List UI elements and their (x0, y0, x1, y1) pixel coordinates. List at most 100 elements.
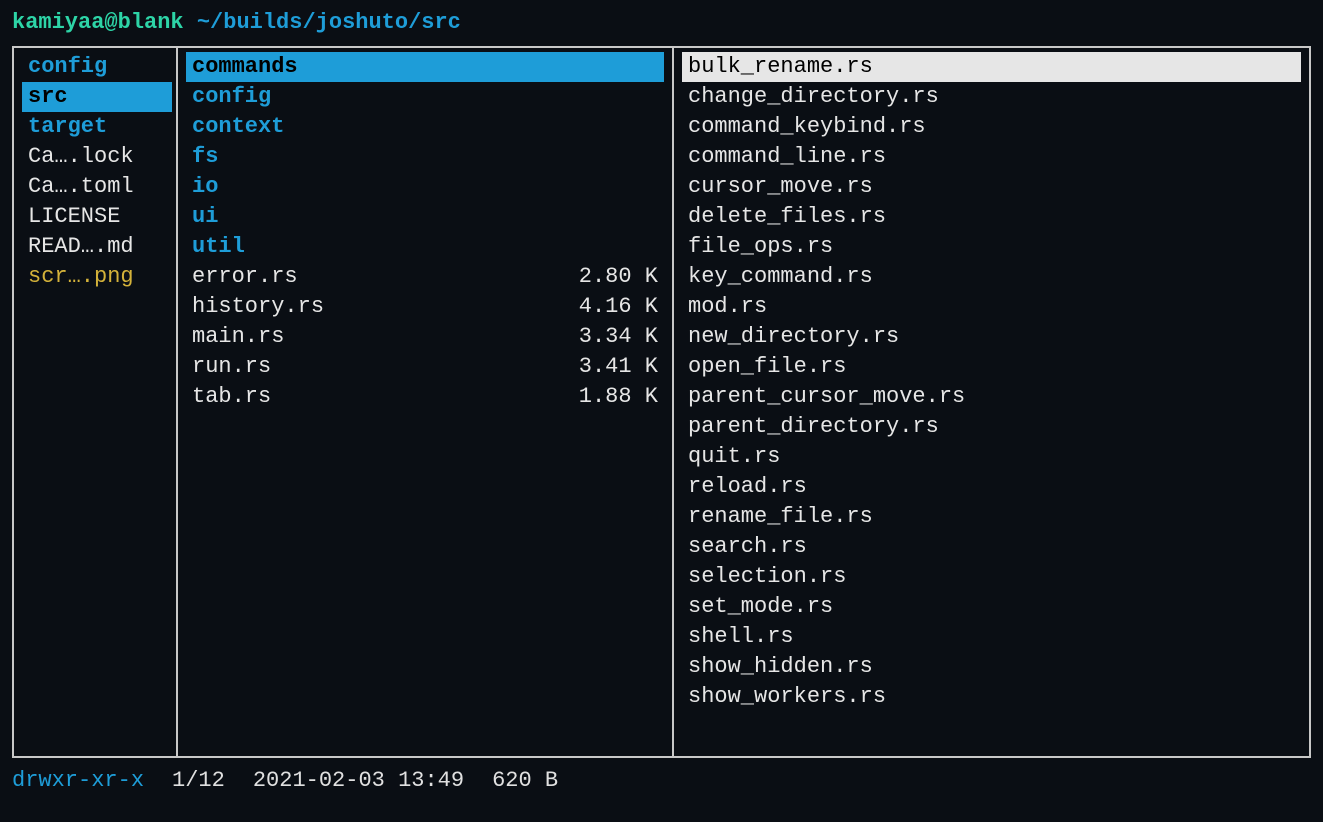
preview-item-name: new_directory.rs (688, 322, 1295, 352)
current-item[interactable]: main.rs3.34 K (186, 322, 664, 352)
preview-item[interactable]: bulk_rename.rs (682, 52, 1301, 82)
current-panel[interactable]: commandsconfigcontextfsiouiutilerror.rs2… (176, 48, 674, 756)
preview-item[interactable]: delete_files.rs (682, 202, 1301, 232)
current-item-name: run.rs (192, 352, 562, 382)
current-item[interactable]: error.rs2.80 K (186, 262, 664, 292)
preview-item[interactable]: show_workers.rs (682, 682, 1301, 712)
current-item-name: tab.rs (192, 382, 562, 412)
preview-item[interactable]: parent_directory.rs (682, 412, 1301, 442)
parent-item[interactable]: src (22, 82, 172, 112)
preview-item[interactable]: file_ops.rs (682, 232, 1301, 262)
preview-item[interactable]: change_directory.rs (682, 82, 1301, 112)
preview-item-name: quit.rs (688, 442, 1295, 472)
status-size: 620 B (492, 766, 558, 796)
current-item[interactable]: config (186, 82, 664, 112)
preview-item-name: search.rs (688, 532, 1295, 562)
preview-item-name: change_directory.rs (688, 82, 1295, 112)
preview-item[interactable]: selection.rs (682, 562, 1301, 592)
preview-item[interactable]: parent_cursor_move.rs (682, 382, 1301, 412)
preview-item-name: shell.rs (688, 622, 1295, 652)
current-item-name: fs (192, 142, 562, 172)
preview-item-name: parent_cursor_move.rs (688, 382, 1295, 412)
preview-item[interactable]: command_line.rs (682, 142, 1301, 172)
preview-item-name: rename_file.rs (688, 502, 1295, 532)
parent-panel[interactable]: configsrctargetCa….lockCa….tomlLICENSERE… (14, 48, 176, 756)
parent-item[interactable]: config (22, 52, 172, 82)
preview-item-name: cursor_move.rs (688, 172, 1295, 202)
current-item-size: 4.16 K (562, 292, 658, 322)
current-item[interactable]: util (186, 232, 664, 262)
preview-item-name: delete_files.rs (688, 202, 1295, 232)
parent-item-name: scr….png (28, 262, 166, 292)
preview-item[interactable]: quit.rs (682, 442, 1301, 472)
preview-item[interactable]: new_directory.rs (682, 322, 1301, 352)
preview-item-name: bulk_rename.rs (688, 52, 1295, 82)
current-item-name: io (192, 172, 562, 202)
current-item-name: error.rs (192, 262, 562, 292)
parent-item-name: LICENSE (28, 202, 166, 232)
preview-item[interactable]: key_command.rs (682, 262, 1301, 292)
current-item-name: ui (192, 202, 562, 232)
cwd: ~/builds/joshuto/src (197, 10, 461, 35)
preview-item[interactable]: search.rs (682, 532, 1301, 562)
current-item-name: config (192, 82, 562, 112)
current-item[interactable]: history.rs4.16 K (186, 292, 664, 322)
status-bar: drwxr-xr-x 1/12 2021-02-03 13:49 620 B (12, 766, 1311, 796)
current-item-name: history.rs (192, 292, 562, 322)
preview-item-name: key_command.rs (688, 262, 1295, 292)
preview-item-name: selection.rs (688, 562, 1295, 592)
parent-item-name: Ca….toml (28, 172, 166, 202)
parent-item-name: src (28, 82, 166, 112)
preview-item-name: show_workers.rs (688, 682, 1295, 712)
preview-item-name: command_keybind.rs (688, 112, 1295, 142)
preview-item[interactable]: reload.rs (682, 472, 1301, 502)
preview-item-name: file_ops.rs (688, 232, 1295, 262)
preview-item-name: show_hidden.rs (688, 652, 1295, 682)
current-item-name: commands (192, 52, 562, 82)
status-mtime: 2021-02-03 13:49 (253, 766, 464, 796)
preview-item[interactable]: command_keybind.rs (682, 112, 1301, 142)
parent-item[interactable]: target (22, 112, 172, 142)
current-item-size: 1.88 K (562, 382, 658, 412)
parent-item-name: target (28, 112, 166, 142)
preview-item[interactable]: rename_file.rs (682, 502, 1301, 532)
preview-item-name: reload.rs (688, 472, 1295, 502)
current-item-size: 3.41 K (562, 352, 658, 382)
preview-item[interactable]: cursor_move.rs (682, 172, 1301, 202)
preview-item-name: mod.rs (688, 292, 1295, 322)
parent-item[interactable]: LICENSE (22, 202, 172, 232)
current-item-size: 2.80 K (562, 262, 658, 292)
status-permissions: drwxr-xr-x (12, 766, 144, 796)
current-item[interactable]: context (186, 112, 664, 142)
preview-item[interactable]: open_file.rs (682, 352, 1301, 382)
preview-item[interactable]: mod.rs (682, 292, 1301, 322)
parent-item[interactable]: READ….md (22, 232, 172, 262)
preview-item[interactable]: show_hidden.rs (682, 652, 1301, 682)
parent-item-name: Ca….lock (28, 142, 166, 172)
parent-item[interactable]: scr….png (22, 262, 172, 292)
user-host: kamiyaa@blank (12, 10, 184, 35)
preview-item-name: parent_directory.rs (688, 412, 1295, 442)
current-item-size: 3.34 K (562, 322, 658, 352)
preview-item[interactable]: shell.rs (682, 622, 1301, 652)
current-path: kamiyaa@blank ~/builds/joshuto/src (12, 8, 1311, 38)
current-item-name: util (192, 232, 562, 262)
parent-item[interactable]: Ca….toml (22, 172, 172, 202)
current-item-name: main.rs (192, 322, 562, 352)
current-item-name: context (192, 112, 562, 142)
preview-item-name: command_line.rs (688, 142, 1295, 172)
parent-item-name: config (28, 52, 166, 82)
current-item[interactable]: commands (186, 52, 664, 82)
preview-panel[interactable]: bulk_rename.rschange_directory.rscommand… (674, 48, 1309, 756)
preview-item[interactable]: set_mode.rs (682, 592, 1301, 622)
current-item[interactable]: tab.rs1.88 K (186, 382, 664, 412)
current-item[interactable]: io (186, 172, 664, 202)
current-item[interactable]: ui (186, 202, 664, 232)
preview-item-name: open_file.rs (688, 352, 1295, 382)
parent-item-name: READ….md (28, 232, 166, 262)
current-item[interactable]: run.rs3.41 K (186, 352, 664, 382)
current-item[interactable]: fs (186, 142, 664, 172)
preview-item-name: set_mode.rs (688, 592, 1295, 622)
parent-item[interactable]: Ca….lock (22, 142, 172, 172)
status-index: 1/12 (172, 766, 225, 796)
